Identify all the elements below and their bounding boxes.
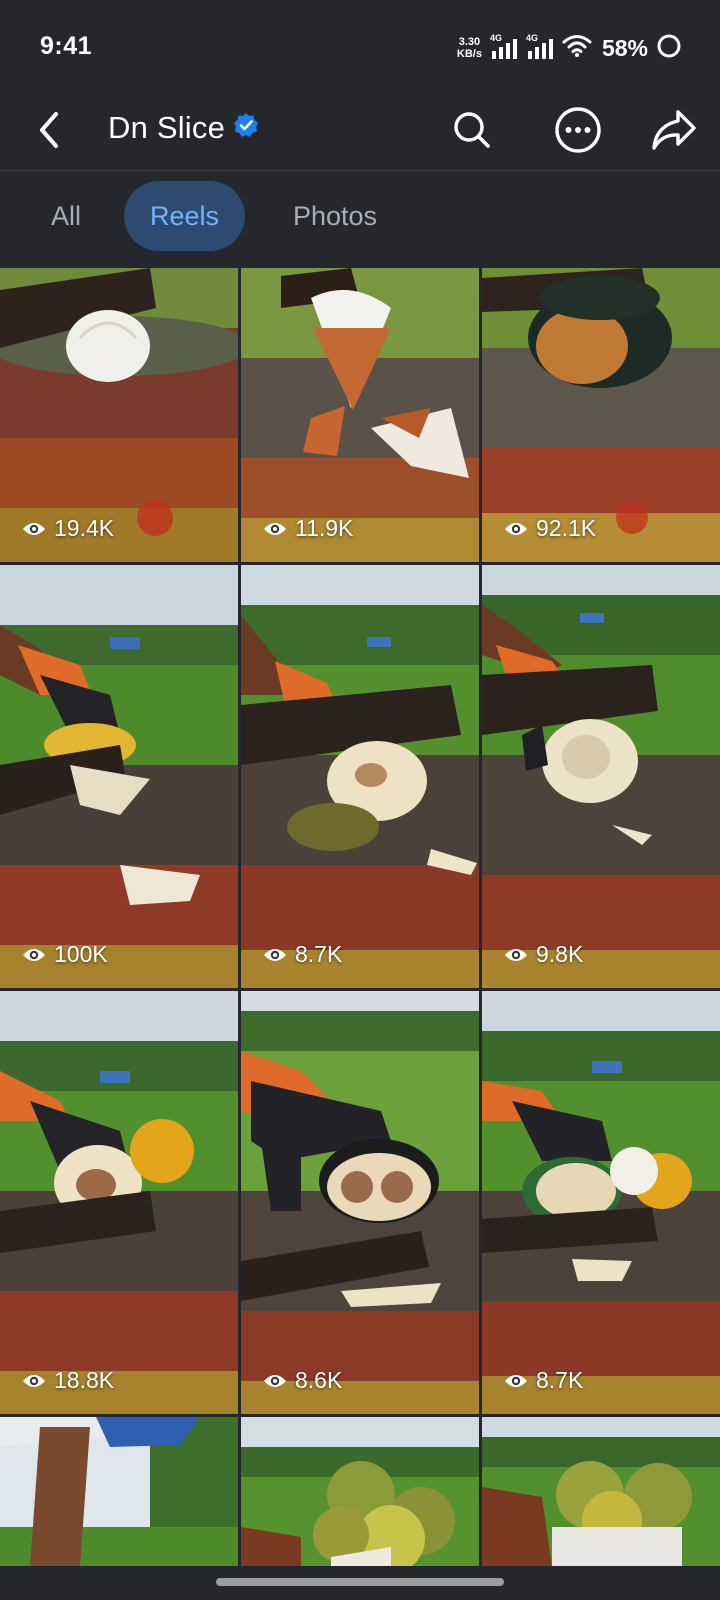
back-arrow-icon [40, 112, 58, 148]
battery-percentage: 58% [601, 34, 648, 61]
view-count: 9.8K [504, 941, 583, 968]
content-tabs: All Reels Photos [0, 171, 720, 263]
view-count: 8.7K [263, 941, 342, 968]
reel-thumbnail[interactable]: 11.9K [241, 268, 479, 562]
network-speed-unit: KB/s [456, 48, 482, 60]
page-title-text: Dn Slice [108, 110, 226, 145]
view-count-text: 8.7K [536, 1367, 584, 1393]
tab-reels-label: Reels [149, 200, 220, 231]
home-indicator[interactable] [216, 1578, 504, 1586]
reel-thumbnail[interactable]: 92.1K [482, 268, 720, 562]
network-speed: 3.30 KB/s [457, 36, 482, 60]
reel-thumbnail-image [241, 991, 479, 1414]
navigation-bar [0, 1566, 720, 1600]
verified-badge-icon [233, 110, 259, 146]
reel-thumbnail[interactable] [241, 1417, 479, 1566]
reel-thumbnail[interactable]: 8.7K [482, 991, 720, 1414]
view-count-text: 18.8K [54, 1367, 115, 1393]
tab-all-label: All [50, 200, 81, 231]
sim2-network-tag: 4G [525, 33, 538, 43]
reel-thumbnail-image [0, 991, 238, 1414]
reel-thumbnail-image [241, 565, 479, 988]
view-count-text: 8.6K [295, 1367, 343, 1393]
reel-thumbnail[interactable]: 9.8K [482, 565, 720, 988]
eye-icon [23, 948, 45, 961]
tab-reels[interactable]: Reels [124, 181, 245, 251]
reel-thumbnail[interactable] [482, 1417, 720, 1566]
reel-thumbnail-image [482, 1417, 720, 1566]
reel-thumbnail[interactable]: 18.8K [0, 991, 238, 1414]
status-time: 9:41 [40, 32, 93, 60]
view-count: 19.4K [22, 515, 114, 542]
page-title: Dn Slice [108, 110, 259, 146]
reels-grid: 19.4K 11.9K 92.1K 100K 8.7K 9.8K 18.8K 8… [0, 268, 720, 1566]
tab-photos-label: Photos [292, 200, 378, 231]
search-button[interactable] [446, 104, 498, 156]
reel-thumbnail[interactable]: 100K [0, 565, 238, 988]
view-count-text: 19.4K [54, 515, 115, 541]
view-count-text: 8.7K [295, 941, 343, 967]
reel-thumbnail-image [482, 991, 720, 1414]
reel-thumbnail-image [482, 565, 720, 988]
more-options-button[interactable] [552, 104, 604, 156]
status-bar: 9:41 3.30 KB/s 4G 4G 58% [0, 0, 720, 96]
search-icon [454, 112, 490, 148]
reel-thumbnail-image [241, 1417, 479, 1566]
wifi-icon [562, 34, 592, 63]
reel-thumbnail[interactable] [0, 1417, 238, 1566]
eye-icon [264, 522, 286, 535]
network-speed-value: 3.30 [458, 36, 481, 48]
view-count: 8.7K [504, 1367, 583, 1394]
sim1-network-tag: 4G [489, 33, 502, 43]
view-count: 92.1K [504, 515, 596, 542]
battery-icon [656, 33, 682, 64]
header-bar: Dn Slice [0, 96, 720, 170]
reel-thumbnail[interactable]: 8.6K [241, 991, 479, 1414]
status-indicators: 3.30 KB/s 4G 4G 58% [457, 30, 682, 66]
view-count-text: 9.8K [536, 941, 584, 967]
signal-sim2-icon: 4G [525, 33, 554, 61]
signal-sim1-icon: 4G [489, 33, 518, 61]
view-count-text: 100K [54, 941, 108, 967]
back-button[interactable] [28, 108, 72, 152]
eye-icon [23, 522, 45, 535]
eye-icon [23, 1374, 45, 1387]
reel-thumbnail-image [0, 1417, 238, 1566]
view-count: 11.9K [263, 515, 353, 542]
more-options-icon [555, 107, 601, 153]
eye-icon [505, 522, 527, 535]
tab-all[interactable]: All [28, 181, 104, 251]
reel-thumbnail[interactable]: 8.7K [241, 565, 479, 988]
view-count-text: 92.1K [536, 515, 597, 541]
share-button[interactable] [648, 104, 700, 156]
reel-thumbnail[interactable]: 19.4K [0, 268, 238, 562]
eye-icon [264, 948, 286, 961]
eye-icon [264, 1374, 286, 1387]
view-count-text: 11.9K [295, 515, 354, 541]
view-count: 100K [22, 941, 108, 968]
view-count: 18.8K [22, 1367, 114, 1394]
eye-icon [505, 948, 527, 961]
share-icon [652, 110, 696, 150]
reel-thumbnail-image [0, 565, 238, 988]
tab-photos[interactable]: Photos [272, 181, 398, 251]
view-count: 8.6K [263, 1367, 342, 1394]
eye-icon [505, 1374, 527, 1387]
